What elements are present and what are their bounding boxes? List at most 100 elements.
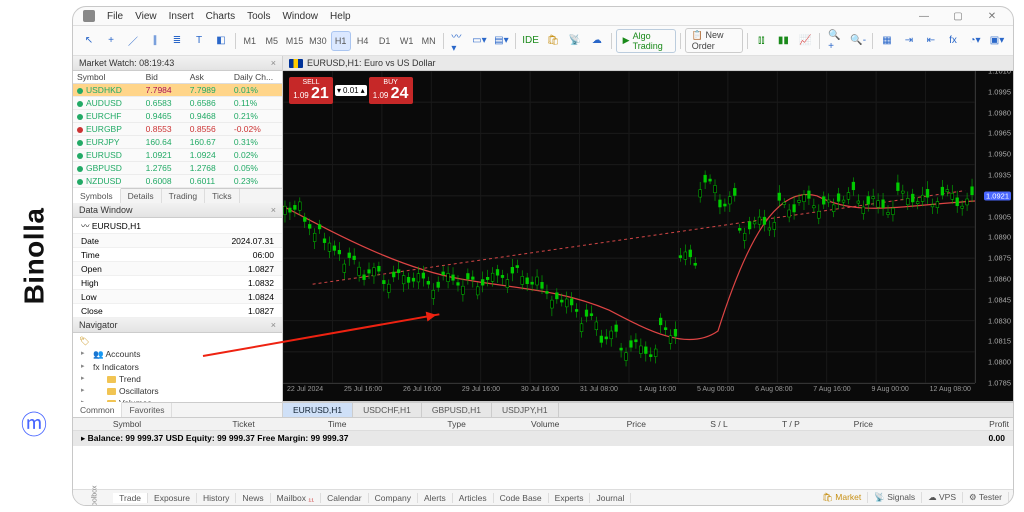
close-icon[interactable]: × xyxy=(271,320,276,330)
periods-icon[interactable]: ◔▾ xyxy=(965,31,985,51)
market-watch-row[interactable]: AUDUSD 0.6583 0.6586 0.11% xyxy=(73,97,282,110)
menu-file[interactable]: File xyxy=(107,11,123,22)
chart-panel: EURUSD,H1: Euro vs US Dollar SELL 1.09 2… xyxy=(283,56,1013,402)
tf-h4[interactable]: H4 xyxy=(353,31,373,51)
tab-symbols[interactable]: Symbols xyxy=(73,188,121,203)
text-icon[interactable]: T xyxy=(189,31,209,51)
tab-articles[interactable]: Articles xyxy=(453,493,494,503)
tab-favorites[interactable]: Favorites xyxy=(122,403,172,417)
tab-trade[interactable]: Trade xyxy=(113,493,148,503)
status-signals[interactable]: 📡 Signals xyxy=(868,492,922,503)
menubar: File View Insert Charts Tools Window Hel… xyxy=(73,7,1013,26)
tf-h1[interactable]: H1 xyxy=(331,31,351,51)
market-watch-row[interactable]: NZDUSD 0.6008 0.6011 0.23% xyxy=(73,175,282,188)
tab-exposure[interactable]: Exposure xyxy=(148,493,197,503)
tab-news[interactable]: News xyxy=(236,493,270,503)
nav-indicators[interactable]: fх Indicators xyxy=(77,361,278,373)
sell-button[interactable]: SELL 1.09 21 xyxy=(289,77,333,104)
chart-tab-eurusd[interactable]: EURUSD,H1 xyxy=(283,403,353,417)
app-window: File View Insert Charts Tools Window Hel… xyxy=(72,6,1014,506)
tf-m1[interactable]: M1 xyxy=(240,31,260,51)
tab-journal[interactable]: Journal xyxy=(590,493,631,503)
buy-button[interactable]: BUY 1.09 24 xyxy=(369,77,413,104)
zoom-out-icon[interactable]: 🔍- xyxy=(848,31,868,51)
nav-trend[interactable]: Trend xyxy=(77,373,278,385)
tab-alerts[interactable]: Alerts xyxy=(418,493,453,503)
tab-trading[interactable]: Trading xyxy=(162,189,206,203)
menu-charts[interactable]: Charts xyxy=(206,11,235,22)
zoom-in-icon[interactable]: 🔍+ xyxy=(824,31,846,51)
tab-calendar[interactable]: Calendar xyxy=(321,493,369,503)
line-icon[interactable]: 📈 xyxy=(795,31,815,51)
menu-window[interactable]: Window xyxy=(282,11,318,22)
tab-mailbox[interactable]: Mailbox ₁₁ xyxy=(271,493,321,503)
tf-m5[interactable]: M5 xyxy=(262,31,282,51)
market-watch-row[interactable]: USDHKD 7.7984 7.7989 0.01% xyxy=(73,84,282,97)
autoscroll-icon[interactable]: ⇥ xyxy=(899,31,919,51)
market-watch-row[interactable]: EURJPY 160.64 160.67 0.31% xyxy=(73,136,282,149)
cursor-icon[interactable]: ↖ xyxy=(79,31,99,51)
tile-icon[interactable]: ▦ xyxy=(877,31,897,51)
market-watch-row[interactable]: GBPUSD 1.2765 1.2768 0.05% xyxy=(73,162,282,175)
tab-ticks[interactable]: Ticks xyxy=(205,189,240,203)
vps-icon[interactable]: ☁ xyxy=(587,31,607,51)
bar-chart-icon[interactable]: ⫾⫾ xyxy=(751,31,771,51)
indicators-icon[interactable]: fх xyxy=(943,31,963,51)
equidistant-icon[interactable]: ∥ xyxy=(145,31,165,51)
new-order-button[interactable]: 📋 New Order xyxy=(685,28,743,53)
market-watch-row[interactable]: EURGBP 0.8553 0.8556 -0.02% xyxy=(73,123,282,136)
trendline-icon[interactable]: ／ xyxy=(123,31,143,51)
market-watch-row[interactable]: EURCHF 0.9465 0.9468 0.21% xyxy=(73,110,282,123)
tf-w1[interactable]: W1 xyxy=(397,31,417,51)
status-vps[interactable]: ☁ VPS xyxy=(922,492,963,503)
candle-chart-icon[interactable]: ▮▮ xyxy=(773,31,793,51)
chart-area[interactable]: SELL 1.09 21 ▾ 0.01 ▴ BUY 1.09 24 1.1010… xyxy=(283,71,1013,401)
chart-title-bar: EURUSD,H1: Euro vs US Dollar xyxy=(283,56,1013,71)
data-window-row: High1.0832 xyxy=(73,276,282,290)
chart-tab-usdjpy[interactable]: USDJPY,H1 xyxy=(492,403,559,417)
crosshair-icon[interactable]: + xyxy=(101,31,121,51)
menu-tools[interactable]: Tools xyxy=(247,11,270,22)
tab-details[interactable]: Details xyxy=(121,189,162,203)
template-icon[interactable]: ▣▾ xyxy=(987,31,1007,51)
status-market[interactable]: 🛍 Market xyxy=(816,492,868,503)
line-chart-icon[interactable]: 〰▾ xyxy=(447,31,467,51)
chart-tab-gbpusd[interactable]: GBPUSD,H1 xyxy=(422,403,492,417)
window-minimize-icon[interactable]: — xyxy=(913,11,935,22)
tf-m30[interactable]: M30 xyxy=(307,31,328,51)
tab-company[interactable]: Company xyxy=(369,493,418,503)
templates-icon[interactable]: ▭▾ xyxy=(469,31,489,51)
window-maximize-icon[interactable]: ▢ xyxy=(947,11,969,22)
close-icon[interactable]: × xyxy=(271,58,276,68)
menu-insert[interactable]: Insert xyxy=(169,11,194,22)
tf-m15[interactable]: M15 xyxy=(284,31,305,51)
fibo-icon[interactable]: ≣ xyxy=(167,31,187,51)
tab-history[interactable]: History xyxy=(197,493,236,503)
data-window-row: Open1.0827 xyxy=(73,262,282,276)
window-close-icon[interactable]: ✕ xyxy=(981,11,1003,22)
signals-icon[interactable]: 📡 xyxy=(565,31,585,51)
tf-mn[interactable]: MN xyxy=(419,31,439,51)
tab-common[interactable]: Common xyxy=(73,402,122,417)
shapes-icon[interactable]: ◧ xyxy=(211,31,231,51)
navigator-body: 🏷 👥 Accounts fх Indicators Trend Oscilla… xyxy=(73,333,282,402)
nav-accounts[interactable]: 👥 Accounts xyxy=(77,348,278,361)
shift-icon[interactable]: ⇤ xyxy=(921,31,941,51)
menu-help[interactable]: Help xyxy=(330,11,351,22)
tab-experts[interactable]: Experts xyxy=(549,493,591,503)
objects-icon[interactable]: ▤▾ xyxy=(491,31,511,51)
market-watch-row[interactable]: EURUSD 1.0921 1.0924 0.02% xyxy=(73,149,282,162)
tab-codebase[interactable]: Code Base xyxy=(494,493,549,503)
chart-tab-usdchf[interactable]: USDCHF,H1 xyxy=(353,403,422,417)
ide-icon[interactable]: IDE xyxy=(520,31,541,51)
lot-input[interactable]: ▾ 0.01 ▴ xyxy=(335,85,367,96)
nav-oscillators[interactable]: Oscillators xyxy=(77,385,278,397)
algo-trading-button[interactable]: ▶ Algo Trading xyxy=(616,29,676,53)
tf-d1[interactable]: D1 xyxy=(375,31,395,51)
status-tester[interactable]: ⚙ Tester xyxy=(963,492,1009,503)
nav-volumes[interactable]: Volumes xyxy=(77,397,278,402)
chart-tabs: EURUSD,H1 USDCHF,H1 GBPUSD,H1 USDJPY,H1 xyxy=(283,402,1013,417)
market-icon[interactable]: 🛍 xyxy=(543,31,563,51)
close-icon[interactable]: × xyxy=(271,205,276,215)
menu-view[interactable]: View xyxy=(135,11,157,22)
